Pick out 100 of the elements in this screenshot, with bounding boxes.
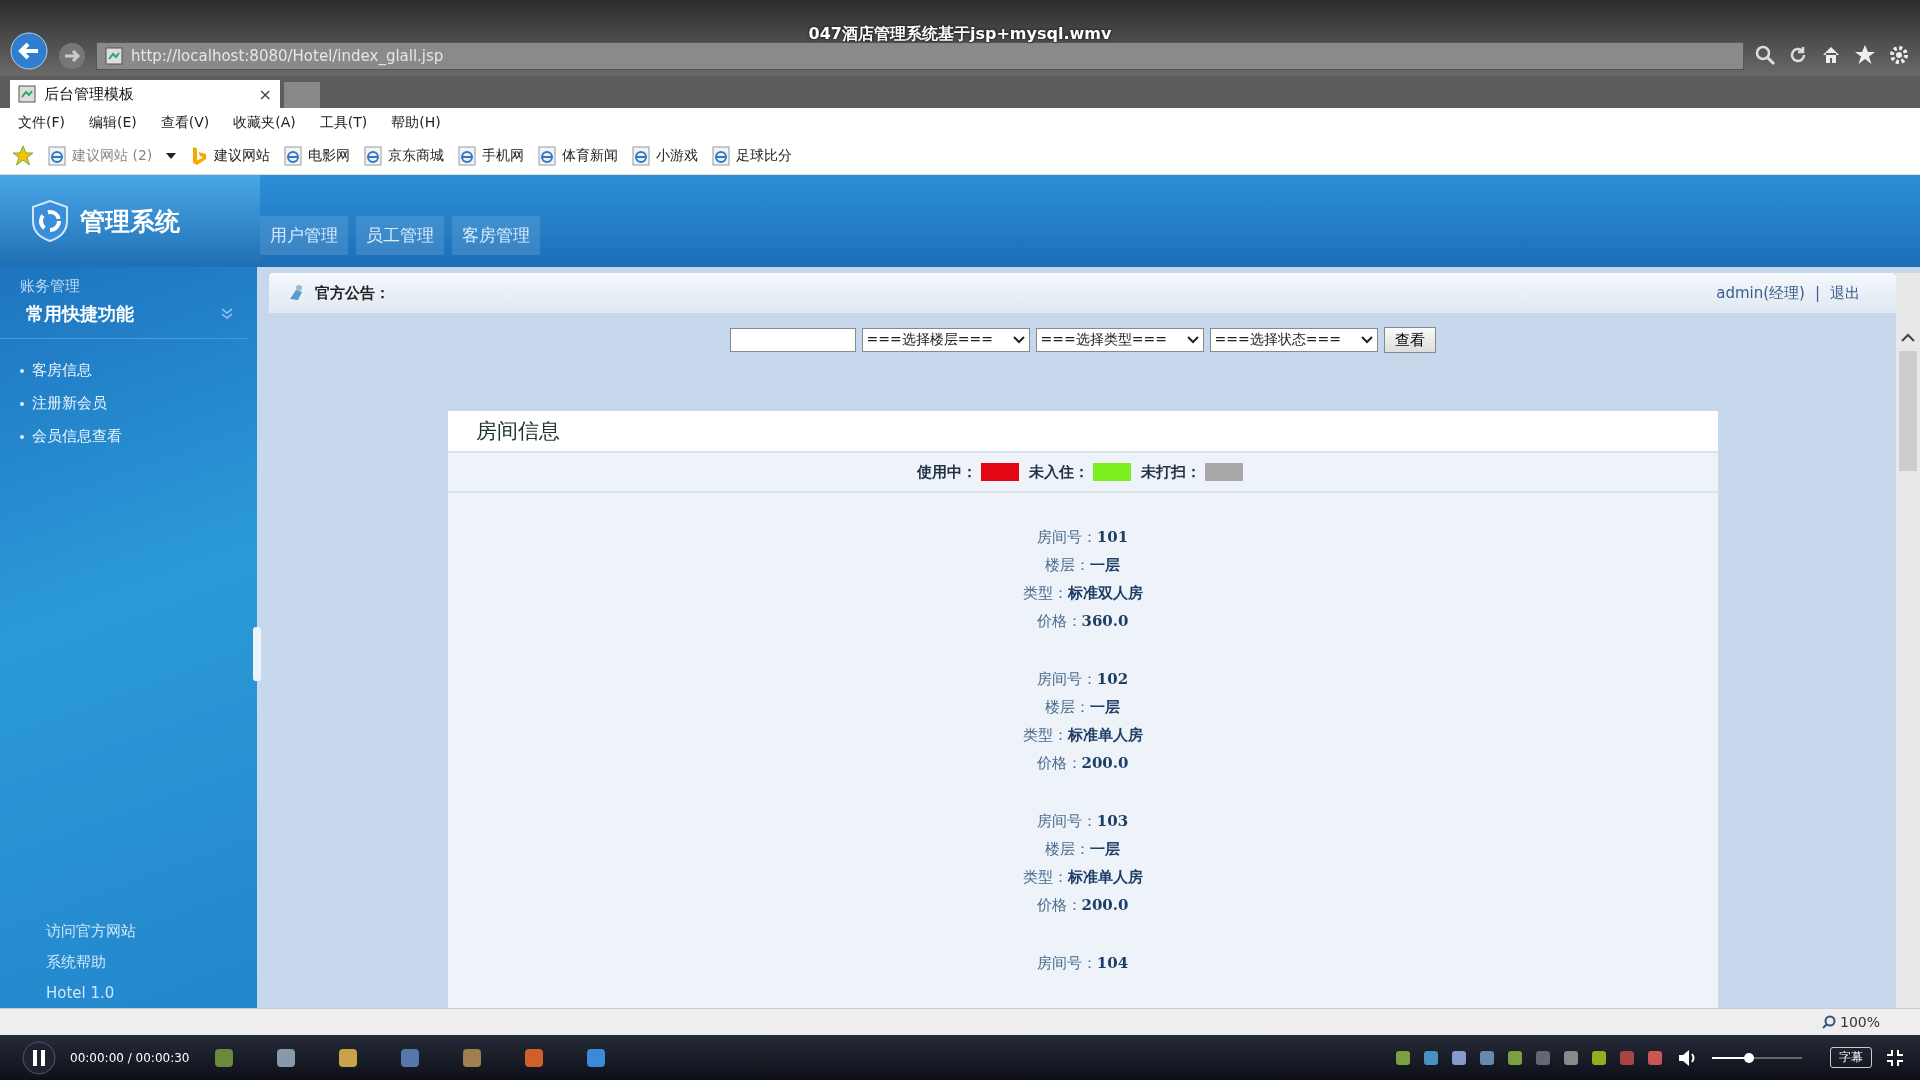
close-button[interactable]: ×: [258, 84, 272, 104]
web-page-icon: [632, 146, 651, 166]
app-icon[interactable]: [399, 1046, 422, 1069]
view-button[interactable]: 查看: [1383, 327, 1436, 353]
room-field: 房间号：101: [1036, 523, 1129, 551]
tray-icon[interactable]: [1422, 1048, 1440, 1067]
web-page-icon: [538, 146, 557, 166]
notice-label: 官方公告：: [315, 283, 390, 303]
page-icon: [105, 47, 123, 65]
sidebar-group-header[interactable]: 常用快捷功能: [0, 296, 247, 339]
tray-icon[interactable]: [1394, 1048, 1412, 1067]
sidebar-link[interactable]: 注册新会员: [32, 394, 107, 413]
app-icon[interactable]: [585, 1046, 608, 1069]
legend-label: 未打扫：: [1140, 462, 1201, 482]
zoom-level[interactable]: 100%: [1839, 1014, 1880, 1030]
user-name: admin(经理): [1716, 283, 1805, 303]
sidebar-link[interactable]: 会员信息查看: [32, 427, 122, 446]
tray-icon[interactable]: [1562, 1048, 1580, 1067]
room-field: 类型：标准双人房: [1022, 579, 1143, 607]
bullet-icon: [20, 434, 24, 439]
bullet-icon: [20, 401, 24, 406]
app-icon[interactable]: [523, 1046, 546, 1069]
tab-title: 后台管理模板: [44, 84, 135, 104]
tray-icon[interactable]: [1618, 1048, 1636, 1067]
room-field: 价格：200.0: [1036, 891, 1129, 919]
menu-item[interactable]: 编辑(E): [89, 114, 137, 132]
zoom-icon: [1821, 1015, 1836, 1029]
sidebar-link[interactable]: 客房信息: [32, 361, 92, 380]
volume-thumb[interactable]: [1743, 1052, 1754, 1063]
chevron-down-icon: [1012, 336, 1025, 344]
video-title: 047酒店管理系统基于jsp+mysql.wmv: [808, 24, 1112, 45]
search-field[interactable]: [729, 328, 856, 352]
pause-icon[interactable]: [22, 1040, 56, 1075]
favorite-link[interactable]: 京东商城: [364, 146, 445, 166]
app-icon[interactable]: [461, 1046, 484, 1069]
scrollbar[interactable]: [1896, 273, 1920, 1008]
menu-item[interactable]: 查看(V): [160, 114, 210, 132]
subtitle-button[interactable]: 字幕: [1830, 1047, 1872, 1068]
web-page-icon: [458, 146, 477, 166]
collapse-handle[interactable]: [253, 627, 261, 681]
dropdown-icon[interactable]: [166, 152, 177, 160]
tray-icon[interactable]: [1646, 1048, 1664, 1067]
back-icon[interactable]: [10, 32, 48, 70]
room-field: 楼层：一层: [1045, 693, 1120, 721]
chevron-down-icon: [1360, 336, 1373, 344]
app-icon[interactable]: [213, 1046, 236, 1069]
page-icon: [18, 85, 36, 103]
favorite-link[interactable]: 小游戏: [632, 146, 699, 166]
room-field: 房间号：103: [1036, 807, 1129, 835]
web-page-icon: [364, 146, 383, 166]
bullet-icon: [20, 368, 24, 373]
menu-item[interactable]: 帮助(H): [391, 114, 441, 132]
dropdown[interactable]: ===选择状态===: [1209, 328, 1378, 352]
refresh-icon[interactable]: [1788, 45, 1808, 65]
favorite-link[interactable]: 建议网站: [190, 146, 271, 166]
scroll-up-icon[interactable]: [1901, 333, 1915, 343]
legend-label: 使用中：: [916, 462, 977, 482]
menu-item[interactable]: 文件(F): [18, 114, 65, 132]
tray-icon[interactable]: [1506, 1048, 1524, 1067]
double-chevron-icon: [221, 308, 233, 320]
favorite-link[interactable]: 建议网站 (2): [48, 146, 153, 166]
logout-link[interactable]: 退出: [1830, 283, 1860, 303]
room-field: 房间号：104: [1036, 949, 1129, 977]
web-page-icon: [284, 146, 303, 166]
card-title: 房间信息: [447, 411, 1718, 453]
room-field: 楼层：一层: [1045, 835, 1120, 863]
bing-icon: [190, 146, 209, 166]
announcement-icon: [287, 284, 305, 302]
room-field: 类型：标准单人房: [1022, 863, 1143, 891]
dropdown[interactable]: ===选择类型===: [1035, 328, 1204, 352]
web-page-icon: [48, 146, 66, 166]
room-field: 房间号：102: [1036, 665, 1129, 693]
favorite-link[interactable]: 手机网: [458, 146, 525, 166]
search-icon[interactable]: [1754, 44, 1776, 66]
tray-icon[interactable]: [1590, 1048, 1608, 1067]
scrollbar-thumb[interactable]: [1899, 351, 1917, 471]
exit-fullscreen-icon[interactable]: [1886, 1048, 1904, 1067]
chevron-down-icon: [1186, 336, 1199, 344]
dropdown[interactable]: ===选择楼层===: [861, 328, 1030, 352]
separator-text: |: [1814, 284, 1820, 302]
menu-item[interactable]: 工具(T): [319, 114, 368, 132]
favorites-star-icon[interactable]: [1854, 44, 1876, 66]
app-icon[interactable]: [337, 1046, 360, 1069]
app-icon[interactable]: [275, 1046, 298, 1069]
forward-icon[interactable]: [58, 42, 86, 70]
sidebar-section-title: 账务管理: [19, 277, 81, 296]
favorite-link[interactable]: 体育新闻: [538, 146, 619, 166]
room-field: 价格：200.0: [1036, 749, 1129, 777]
browser-tab[interactable]: 后台管理模板 ×: [10, 80, 280, 108]
favorites-star-icon[interactable]: [12, 145, 34, 167]
settings-icon[interactable]: [1888, 44, 1910, 66]
shield-logo-icon: [30, 200, 70, 242]
favorite-link[interactable]: 足球比分: [712, 146, 793, 166]
room-field: 类型：标准单人房: [1022, 721, 1143, 749]
menu-item[interactable]: 收藏夹(A): [233, 114, 296, 132]
web-page-icon: [712, 146, 731, 166]
favorite-link[interactable]: 电影网: [284, 146, 351, 166]
tray-icon[interactable]: [1534, 1048, 1552, 1067]
tray-icon[interactable]: [1450, 1048, 1468, 1067]
tray-icon[interactable]: [1478, 1048, 1496, 1067]
